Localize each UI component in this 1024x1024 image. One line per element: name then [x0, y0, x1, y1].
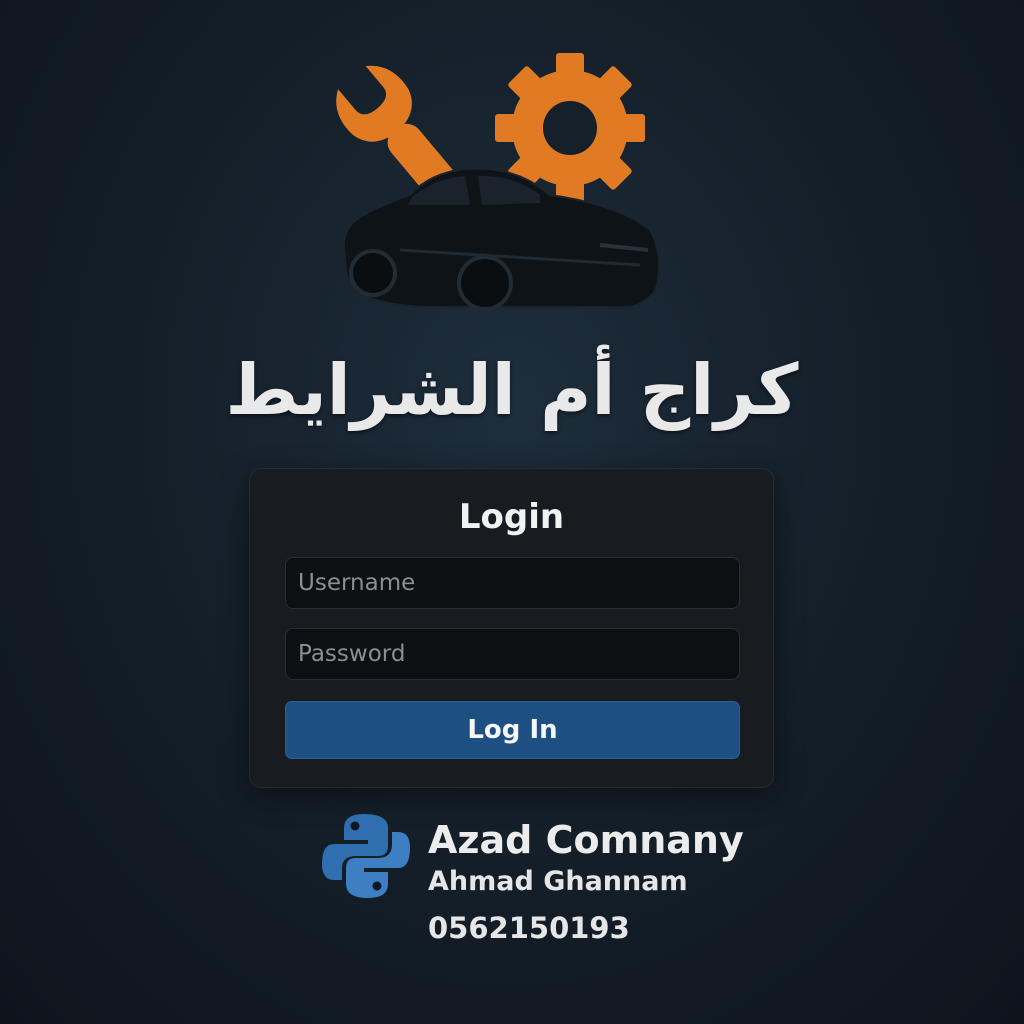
login-button[interactable]: Log In: [285, 701, 740, 759]
phone-number: 0562150193: [428, 911, 630, 945]
username-input[interactable]: [285, 557, 740, 609]
person-name: Ahmad Ghannam: [428, 866, 688, 897]
logo-art: [336, 53, 660, 311]
login-heading: Login: [458, 497, 565, 537]
password-input[interactable]: [285, 628, 740, 680]
python-logo-icon: [322, 814, 410, 898]
car-icon: [343, 167, 660, 311]
company-name: Azad Comnany: [428, 818, 744, 862]
brand-title: كراج أم الشرايط: [225, 349, 799, 431]
login-card: Login Log In: [249, 468, 774, 788]
